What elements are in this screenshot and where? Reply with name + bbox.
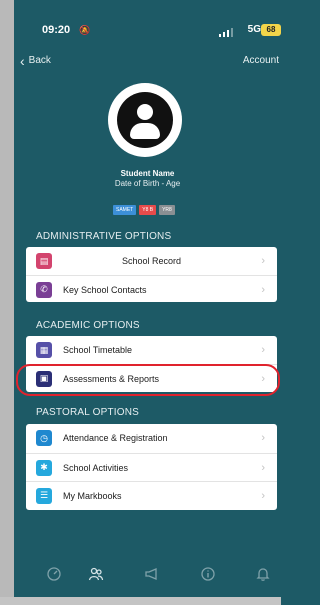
chevron-right-icon: › (261, 489, 265, 502)
chevron-right-icon: › (261, 344, 265, 356)
back-label: Back (28, 55, 51, 66)
device-frame-bottom (0, 597, 281, 605)
administrative-options-card: ▤ School Record › ✆ Key School Contacts … (26, 247, 277, 302)
section-title-administrative: ADMINISTRATIVE OPTIONS (36, 231, 172, 242)
user-icon (117, 92, 173, 148)
chevron-right-icon: › (261, 461, 265, 474)
clock-icon: ◷ (36, 430, 52, 446)
info-icon[interactable] (197, 565, 219, 583)
clipboard-icon: ▣ (36, 370, 52, 387)
item-label: School Timetable (63, 345, 133, 355)
account-button[interactable]: Account (243, 55, 279, 66)
student-name: Student Name (120, 169, 175, 178)
silent-bell-icon: 🔕 (79, 25, 91, 35)
item-label: Attendance & Registration (63, 433, 168, 443)
chevron-right-icon: › (261, 283, 265, 296)
phone-icon: ✆ (36, 281, 52, 298)
bell-icon[interactable] (252, 565, 274, 583)
badge-group: SAMET Y8 B YR8 (113, 205, 175, 215)
item-label: Assessments & Reports (63, 373, 160, 384)
badge-samet: SAMET (113, 205, 137, 215)
status-time: 09:20 (42, 24, 71, 36)
megaphone-icon[interactable] (141, 565, 163, 583)
badge-year: YR8 (159, 205, 175, 215)
timetable-icon: ▦ (36, 342, 52, 358)
assessments-reports-item[interactable]: ▣ Assessments & Reports › (26, 364, 277, 392)
item-label: My Markbooks (63, 490, 122, 501)
date-of-birth-age: Date of Birth - Age (114, 179, 181, 188)
people-icon[interactable] (85, 565, 107, 583)
network-type: 5G (247, 24, 261, 35)
pastoral-options-card: ◷ Attendance & Registration › ✱ School A… (26, 424, 277, 510)
badge-form: Y8 B (139, 205, 157, 215)
app-screen: 09:20 🔕 5G 68 ‹ Back Account Student Nam… (0, 0, 281, 605)
device-frame (0, 0, 14, 605)
avatar[interactable] (108, 83, 182, 157)
signal-icon (219, 27, 235, 37)
battery-icon: 68 (261, 24, 281, 36)
section-title-pastoral: PASTORAL OPTIONS (36, 407, 140, 418)
activity-icon: ✱ (36, 459, 52, 476)
my-markbooks-item[interactable]: ☰ My Markbooks › (26, 481, 277, 509)
item-label: School Activities (63, 462, 129, 473)
back-button[interactable]: ‹ Back (20, 52, 51, 69)
chevron-left-icon: ‹ (20, 52, 25, 69)
tab-bar (14, 565, 281, 585)
list-icon: ☰ (36, 487, 52, 504)
item-label: Key School Contacts (63, 284, 147, 295)
chevron-right-icon: › (261, 432, 265, 444)
school-timetable-item[interactable]: ▦ School Timetable › (26, 336, 277, 364)
dashboard-icon[interactable] (43, 565, 65, 583)
attendance-registration-item[interactable]: ◷ Attendance & Registration › (26, 424, 277, 452)
academic-options-card: ▦ School Timetable › ▣ Assessments & Rep… (26, 336, 277, 392)
item-label: School Record (121, 256, 182, 266)
chevron-right-icon: › (261, 255, 265, 267)
chevron-right-icon: › (261, 372, 265, 385)
nav-bar: ‹ Back Account (14, 52, 281, 71)
school-record-item[interactable]: ▤ School Record › (26, 247, 277, 275)
section-title-academic: ACADEMIC OPTIONS (36, 320, 140, 331)
status-bar: 09:20 🔕 5G 68 (14, 24, 281, 42)
key-school-contacts-item[interactable]: ✆ Key School Contacts › (26, 275, 277, 303)
school-activities-item[interactable]: ✱ School Activities › (26, 453, 277, 481)
